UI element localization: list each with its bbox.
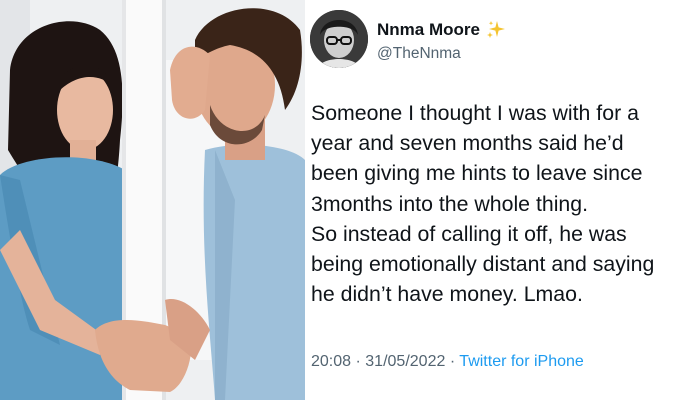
stock-photo-couple — [0, 0, 305, 400]
sparkles-icon — [486, 21, 505, 38]
tweet-text-line: been giving me hints to leave since — [311, 161, 643, 186]
photo-illustration — [0, 0, 305, 400]
tweet-text-line: Someone I thought I was with for a — [311, 101, 639, 125]
meta-separator: · — [355, 353, 361, 370]
tweet-text-line: So instead of calling it off, he was — [311, 221, 627, 246]
tweet-text-line: 3months into the whole thing. — [311, 191, 589, 216]
author-handle[interactable]: @TheNnma — [377, 45, 461, 63]
tweet-source-link[interactable]: Twitter for iPhone — [459, 353, 584, 370]
avatar-image — [310, 10, 368, 68]
meta-separator: · — [449, 353, 456, 370]
tweet-text-line: he didn’t have money. Lmao. — [311, 282, 583, 307]
tweet-time[interactable]: 20:08 — [311, 353, 351, 370]
tweet-card: Nnma Moore @TheNnma Someone I thought I … — [305, 0, 681, 400]
tweet-metadata: 20:08 · 31/05/2022 · Twitter for iPhone — [311, 353, 584, 371]
author-name-row: Nnma Moore — [377, 20, 506, 40]
author-avatar[interactable] — [310, 10, 368, 68]
tweet-date[interactable]: 31/05/2022 — [365, 353, 445, 370]
tweet-text-line: year and seven months said he’d — [311, 131, 624, 156]
tweet-text-line: being emotionally distant and saying — [311, 251, 655, 276]
author-display-name[interactable]: Nnma Moore — [377, 20, 480, 40]
tweet-text: Someone I thought I was with for a year … — [311, 98, 681, 309]
composite-image: Nnma Moore @TheNnma Someone I thought I … — [0, 0, 681, 400]
